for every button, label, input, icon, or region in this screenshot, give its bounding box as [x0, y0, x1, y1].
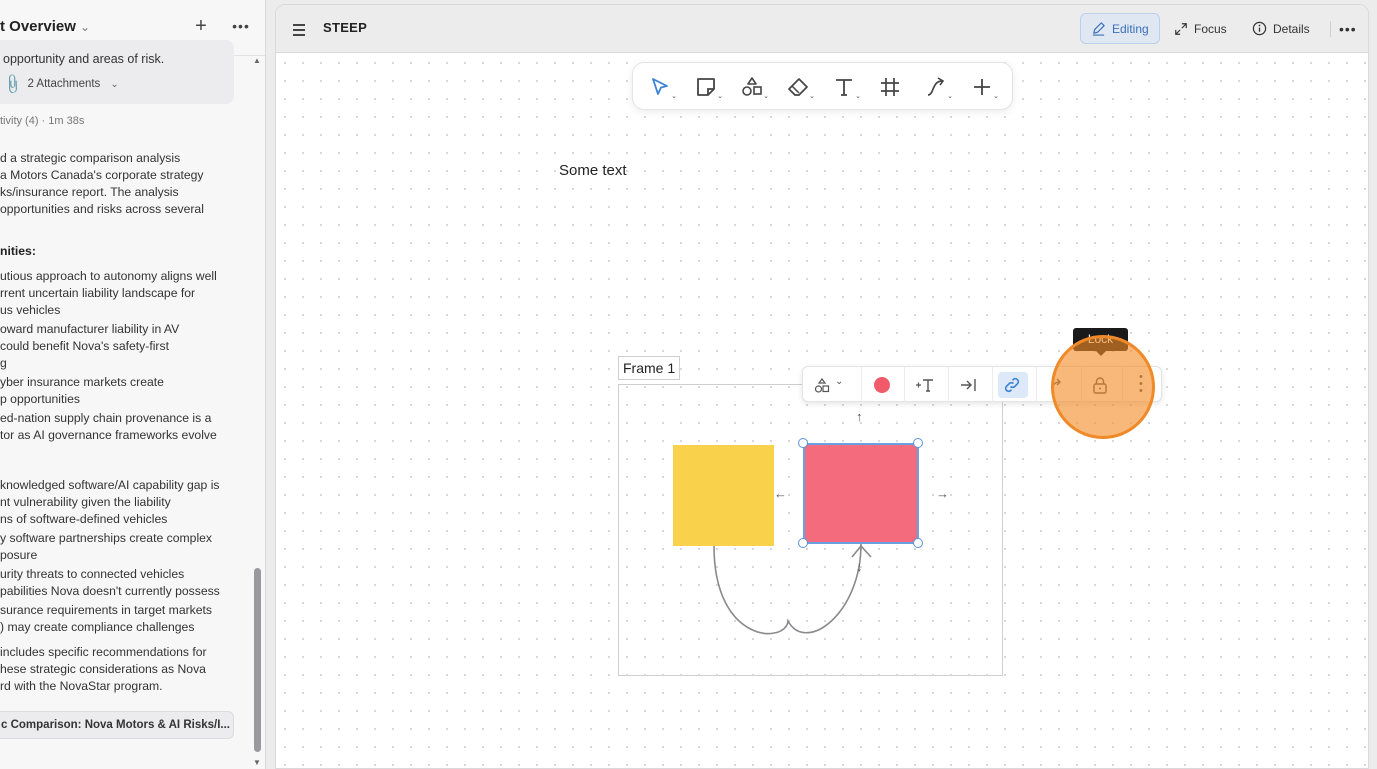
divider	[948, 367, 949, 403]
editing-label: Editing	[1112, 21, 1149, 36]
scroll-down-arrow-icon[interactable]: ▼	[253, 758, 261, 767]
divider	[1036, 367, 1037, 403]
body-line: includes specific recommendations for	[0, 645, 207, 659]
color-swatch	[874, 377, 890, 393]
focus-label: Focus	[1194, 21, 1227, 36]
scrollbar-thumb[interactable]	[254, 568, 261, 752]
body-line: urity threats to connected vehicles	[0, 567, 185, 581]
editing-button[interactable]: Editing	[1080, 13, 1160, 44]
activity-label[interactable]: tivity (4) · 1m 38s	[0, 115, 84, 127]
add-button[interactable]: +	[190, 14, 212, 38]
toolbar-divider	[1330, 21, 1331, 37]
focus-button[interactable]: Focus	[1164, 13, 1240, 44]
add-connection-left-icon[interactable]: ←	[774, 486, 787, 501]
body-line: us vehicles	[0, 303, 61, 317]
more-options-button[interactable]: •••	[1333, 13, 1361, 44]
left-panel: t Overview ⌄ + ••• opportunity and areas…	[0, 0, 266, 769]
body-line: opportunities and risks across several	[0, 202, 204, 216]
body-line: hese strategic considerations as Nova	[0, 662, 206, 676]
resize-handle-bottom-left[interactable]	[798, 538, 808, 548]
body-line: posure	[0, 548, 38, 562]
link-icon	[1004, 377, 1020, 393]
message-card: opportunity and areas of risk. 📎 2 Attac…	[0, 40, 234, 104]
body-line: yber insurance markets create	[0, 375, 164, 389]
shapes-icon	[814, 378, 830, 393]
body-line: utious approach to autonomy aligns well	[0, 269, 217, 283]
chevron-down-icon[interactable]: ⌄	[80, 20, 90, 34]
pencil-icon	[1092, 22, 1105, 36]
redo-icon	[1051, 378, 1061, 391]
body-line: ed-nation supply chain provenance is a	[0, 411, 212, 425]
body-line: d a strategic comparison analysis	[0, 151, 181, 165]
navigate-button[interactable]	[955, 367, 985, 403]
shape-context-toolbar: ⌄ • • •	[802, 366, 1162, 403]
body-line: nt vulnerability given the liability	[0, 495, 171, 509]
resize-handle-top-left[interactable]	[798, 438, 808, 448]
body-line: rd with the NovaStar program.	[0, 679, 163, 693]
vertical-dots-icon: • • •	[1139, 371, 1143, 397]
body-line: surance requirements in target markets	[0, 603, 213, 617]
body-line: pabilities Nova doesn't currently posses…	[0, 584, 220, 598]
section-heading: nities:	[0, 244, 36, 258]
panel-title[interactable]: t Overview	[0, 18, 76, 35]
enter-arrow-icon	[961, 379, 976, 391]
document-title: STEEP	[323, 20, 368, 35]
body-line: ns of software-defined vehicles	[0, 512, 168, 526]
redo-button[interactable]	[1043, 367, 1073, 403]
pink-shape-selected[interactable]	[803, 443, 919, 544]
fill-color-button[interactable]	[869, 367, 897, 403]
info-icon	[1252, 21, 1267, 36]
add-text-icon	[916, 379, 933, 392]
resize-handle-top-right[interactable]	[913, 438, 923, 448]
body-line: tor as AI governance frameworks evolve	[0, 428, 217, 442]
body-line: ) may create compliance challenges	[0, 620, 195, 634]
divider	[861, 367, 862, 403]
scroll-up-arrow-icon[interactable]: ▲	[253, 56, 261, 65]
add-connection-right-icon[interactable]: →	[936, 486, 949, 501]
body-line: could benefit Nova's safety-first	[0, 339, 169, 353]
lock-tooltip: Lock	[1073, 328, 1128, 356]
menu-icon[interactable]	[290, 19, 310, 39]
add-text-button[interactable]	[911, 367, 941, 403]
attachments-label: 2 Attachments	[27, 78, 101, 90]
divider	[992, 367, 993, 403]
divider	[904, 367, 905, 403]
body-line: p opportunities	[0, 392, 80, 406]
connector-line[interactable]	[276, 54, 1369, 769]
yellow-sticky-shape[interactable]	[673, 445, 774, 546]
resize-handle-bottom-right[interactable]	[913, 538, 923, 548]
message-text: opportunity and areas of risk.	[3, 52, 165, 66]
divider	[1081, 367, 1082, 403]
body-line: rrent uncertain liability landscape for	[0, 286, 196, 300]
lock-icon	[1093, 377, 1107, 394]
body-line: ks/insurance report. The analysis	[0, 185, 179, 199]
details-button[interactable]: Details	[1242, 13, 1324, 44]
chevron-down-icon: ⌄	[835, 376, 844, 387]
canvas[interactable]: ⌄ ⌄ ⌄ ⌄ ⌄ ⌄ ⌄ Some text Frame 1 ↑ ← → ↓ …	[276, 54, 1369, 769]
details-label: Details	[1273, 21, 1310, 36]
shape-type-button[interactable]: ⌄	[811, 367, 849, 403]
body-line: a Motors Canada's corporate strategy	[0, 168, 204, 182]
chevron-down-icon: ⌄	[110, 78, 119, 90]
top-bar: STEEP Editing Focus Details •••	[276, 5, 1368, 53]
divider	[1122, 367, 1123, 403]
add-connection-up-icon[interactable]: ↑	[856, 409, 863, 424]
add-connection-down-icon[interactable]: ↓	[856, 559, 863, 574]
more-options-button[interactable]: •••	[1129, 367, 1155, 403]
lock-button[interactable]	[1087, 367, 1115, 403]
paperclip-icon: 📎	[1, 71, 25, 96]
body-line: oward manufacturer liability in AV	[0, 322, 180, 336]
body-line: y software partnerships create complex	[0, 531, 213, 545]
attachments-toggle[interactable]: 📎 2 Attachments ⌄	[1, 71, 119, 96]
link-button[interactable]	[998, 372, 1028, 398]
report-link-chip[interactable]: c Comparison: Nova Motors & AI Risks/I..…	[0, 711, 234, 739]
body-line: g	[0, 356, 7, 370]
body-line: knowledged software/AI capability gap is	[0, 478, 220, 492]
more-options-button[interactable]: •••	[229, 14, 253, 38]
whiteboard-window: STEEP Editing Focus Details ••• ⌄ ⌄ ⌄ ⌄ …	[275, 4, 1369, 769]
expand-icon	[1175, 22, 1187, 35]
